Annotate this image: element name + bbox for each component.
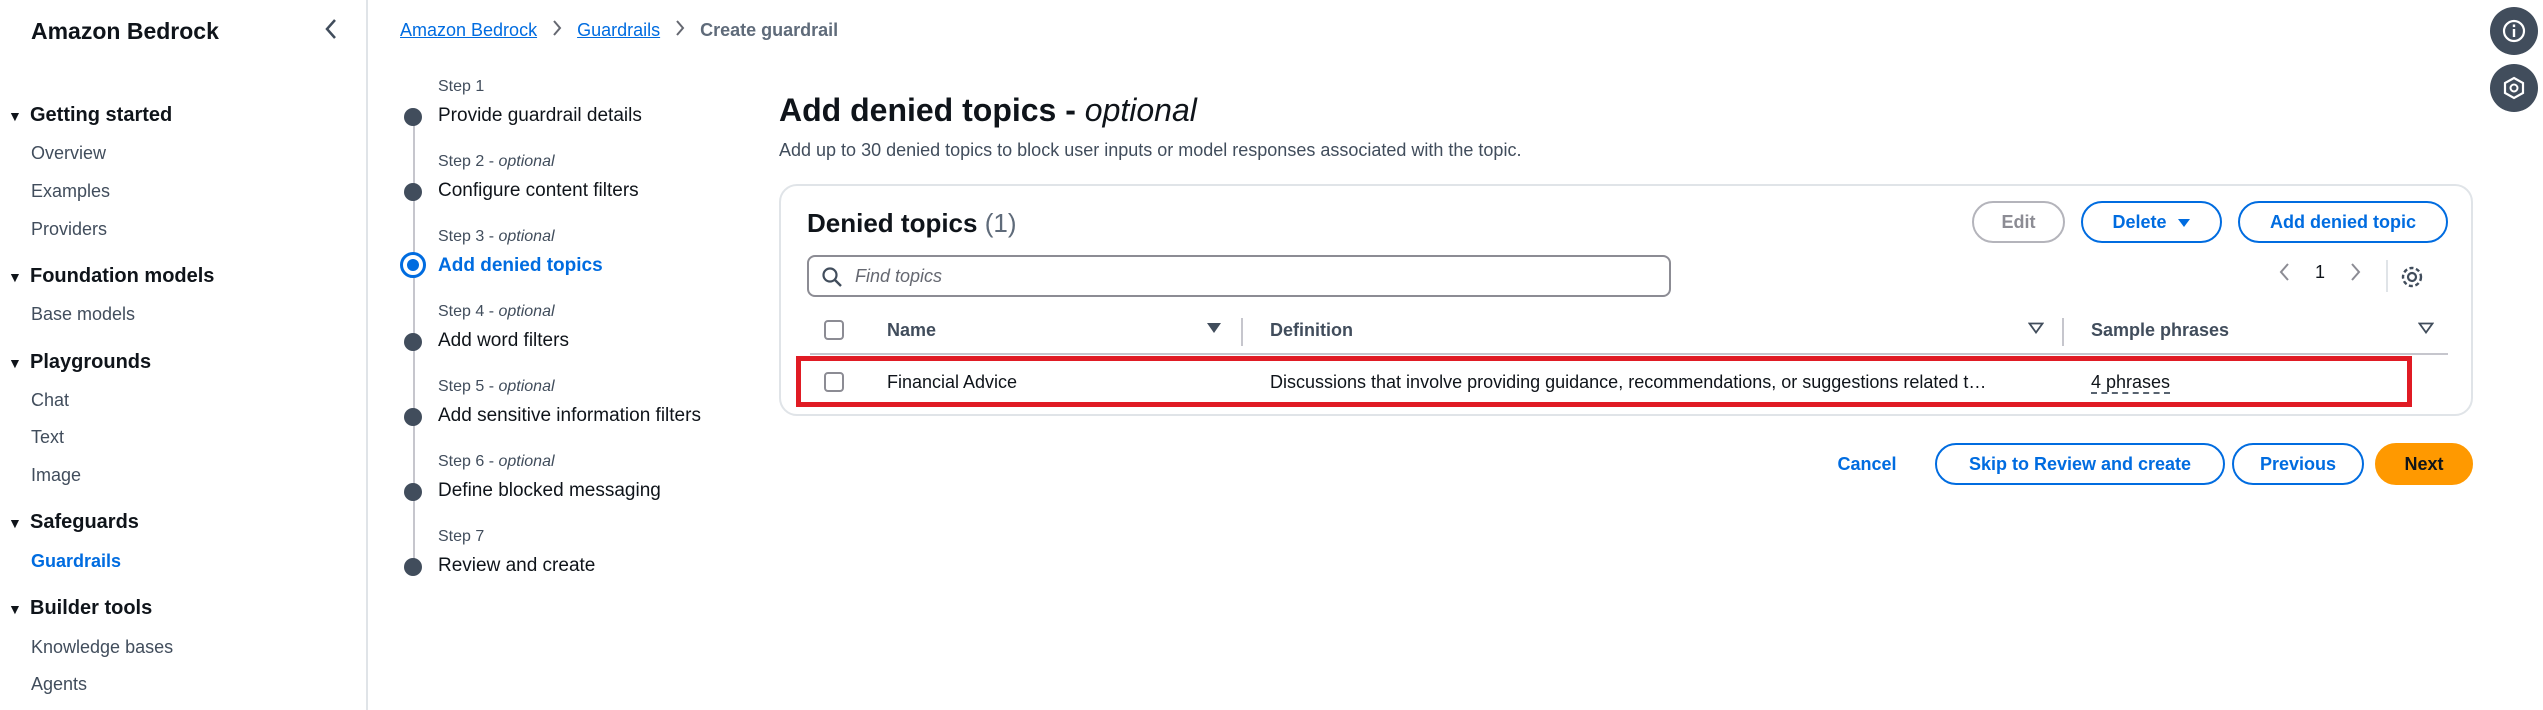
assistant-icon[interactable]: [2490, 64, 2538, 112]
select-all-checkbox[interactable]: [824, 320, 844, 340]
caret-down-icon: ▼: [8, 268, 22, 285]
breadcrumb: Amazon Bedrock Guardrails Create guardra…: [400, 19, 838, 42]
wizard-step-4-link[interactable]: Add word filters: [438, 330, 569, 352]
sort-icon[interactable]: [2417, 321, 2435, 338]
wizard-step-3-current: Add denied topics: [438, 255, 603, 276]
find-topics-input[interactable]: Find topics: [807, 255, 1671, 297]
sidebar-item-knowledge-bases[interactable]: Knowledge bases: [31, 637, 173, 658]
caret-down-icon: ▼: [8, 514, 22, 531]
sidebar-item-image[interactable]: Image: [31, 465, 81, 486]
wizard-step-5-link[interactable]: Add sensitive information filters: [438, 405, 701, 427]
delete-button[interactable]: Delete: [2081, 201, 2222, 243]
step-indicator: [404, 483, 422, 501]
caret-down-icon: [2177, 212, 2191, 233]
cell-topic-name[interactable]: Financial Advice: [887, 372, 1017, 393]
caret-down-icon: ▼: [8, 600, 22, 617]
side-navigation: Amazon Bedrock ▼ Getting started Overview…: [0, 0, 368, 710]
add-denied-topic-button[interactable]: Add denied topic: [2238, 201, 2448, 243]
sidebar-item-text[interactable]: Text: [31, 427, 64, 448]
chevron-right-icon: [674, 19, 686, 42]
sidebar-item-agents[interactable]: Agents: [31, 674, 87, 695]
current-step-indicator: [400, 252, 426, 278]
step-indicator: [404, 183, 422, 201]
step-indicator: [404, 408, 422, 426]
denied-topics-heading: Denied topics (1): [807, 208, 1017, 238]
chevron-right-icon: [551, 19, 563, 42]
cell-sample-phrases-link[interactable]: 4 phrases: [2091, 372, 2170, 393]
gear-icon[interactable]: [2398, 263, 2426, 291]
sort-icon[interactable]: [2027, 321, 2045, 338]
sidebar-group-builder-tools[interactable]: ▼ Builder tools: [8, 597, 152, 620]
wizard-step-2-link[interactable]: Configure content filters: [438, 180, 639, 202]
step-indicator: [404, 108, 422, 126]
caret-down-icon: ▼: [8, 107, 22, 124]
cell-topic-definition: Discussions that involve providing guida…: [1270, 372, 1987, 392]
sidebar-group-getting-started[interactable]: ▼ Getting started: [8, 104, 172, 127]
column-header-sample-phrases[interactable]: Sample phrases: [2091, 320, 2229, 341]
page-number-1[interactable]: 1: [2315, 262, 2325, 283]
wizard-step-6-link[interactable]: Define blocked messaging: [438, 480, 661, 502]
page-description: Add up to 30 denied topics to block user…: [779, 140, 1522, 160]
collapse-sidebar-icon[interactable]: [318, 16, 344, 42]
sidebar-group-foundation-models[interactable]: ▼ Foundation models: [8, 265, 214, 288]
sidebar-item-examples[interactable]: Examples: [31, 181, 110, 202]
sidebar-item-chat[interactable]: Chat: [31, 390, 69, 411]
sidebar-item-base-models[interactable]: Base models: [31, 304, 135, 325]
sidebar-item-guardrails[interactable]: Guardrails: [31, 551, 121, 572]
previous-button[interactable]: Previous: [2232, 443, 2364, 485]
row-select-checkbox[interactable]: [824, 372, 844, 392]
step-indicator: [404, 558, 422, 576]
breadcrumb-current: Create guardrail: [700, 20, 839, 40]
step-indicator: [404, 333, 422, 351]
next-page-icon[interactable]: [2350, 262, 2362, 288]
sidebar-group-playgrounds[interactable]: ▼ Playgrounds: [8, 351, 151, 374]
divider: [2386, 260, 2388, 292]
column-divider[interactable]: [1241, 318, 1243, 346]
next-button[interactable]: Next: [2375, 443, 2473, 485]
sidebar-group-safeguards[interactable]: ▼ Safeguards: [8, 511, 139, 534]
column-header-definition[interactable]: Definition: [1270, 320, 1353, 341]
sidebar-item-overview[interactable]: Overview: [31, 143, 106, 164]
breadcrumb-amazon-bedrock[interactable]: Amazon Bedrock: [400, 20, 537, 41]
previous-page-icon[interactable]: [2278, 262, 2290, 288]
cancel-button[interactable]: Cancel: [1822, 443, 1912, 485]
wizard-step-7-link[interactable]: Review and create: [438, 555, 595, 577]
column-divider[interactable]: [2062, 318, 2064, 346]
page-title: Add denied topics - optional: [779, 92, 1197, 128]
info-icon[interactable]: [2490, 7, 2538, 55]
sort-descending-icon[interactable]: [1206, 321, 1222, 338]
column-header-name[interactable]: Name: [887, 320, 936, 341]
wizard-step-1-link[interactable]: Provide guardrail details: [438, 105, 642, 127]
caret-down-icon: ▼: [8, 354, 22, 371]
breadcrumb-guardrails[interactable]: Guardrails: [577, 20, 660, 41]
table-header-divider: [810, 353, 2448, 355]
sidebar-title[interactable]: Amazon Bedrock: [31, 18, 219, 45]
sidebar-item-providers[interactable]: Providers: [31, 219, 107, 240]
skip-to-review-button[interactable]: Skip to Review and create: [1935, 443, 2225, 485]
edit-button[interactable]: Edit: [1972, 201, 2065, 243]
search-icon: [822, 267, 842, 287]
